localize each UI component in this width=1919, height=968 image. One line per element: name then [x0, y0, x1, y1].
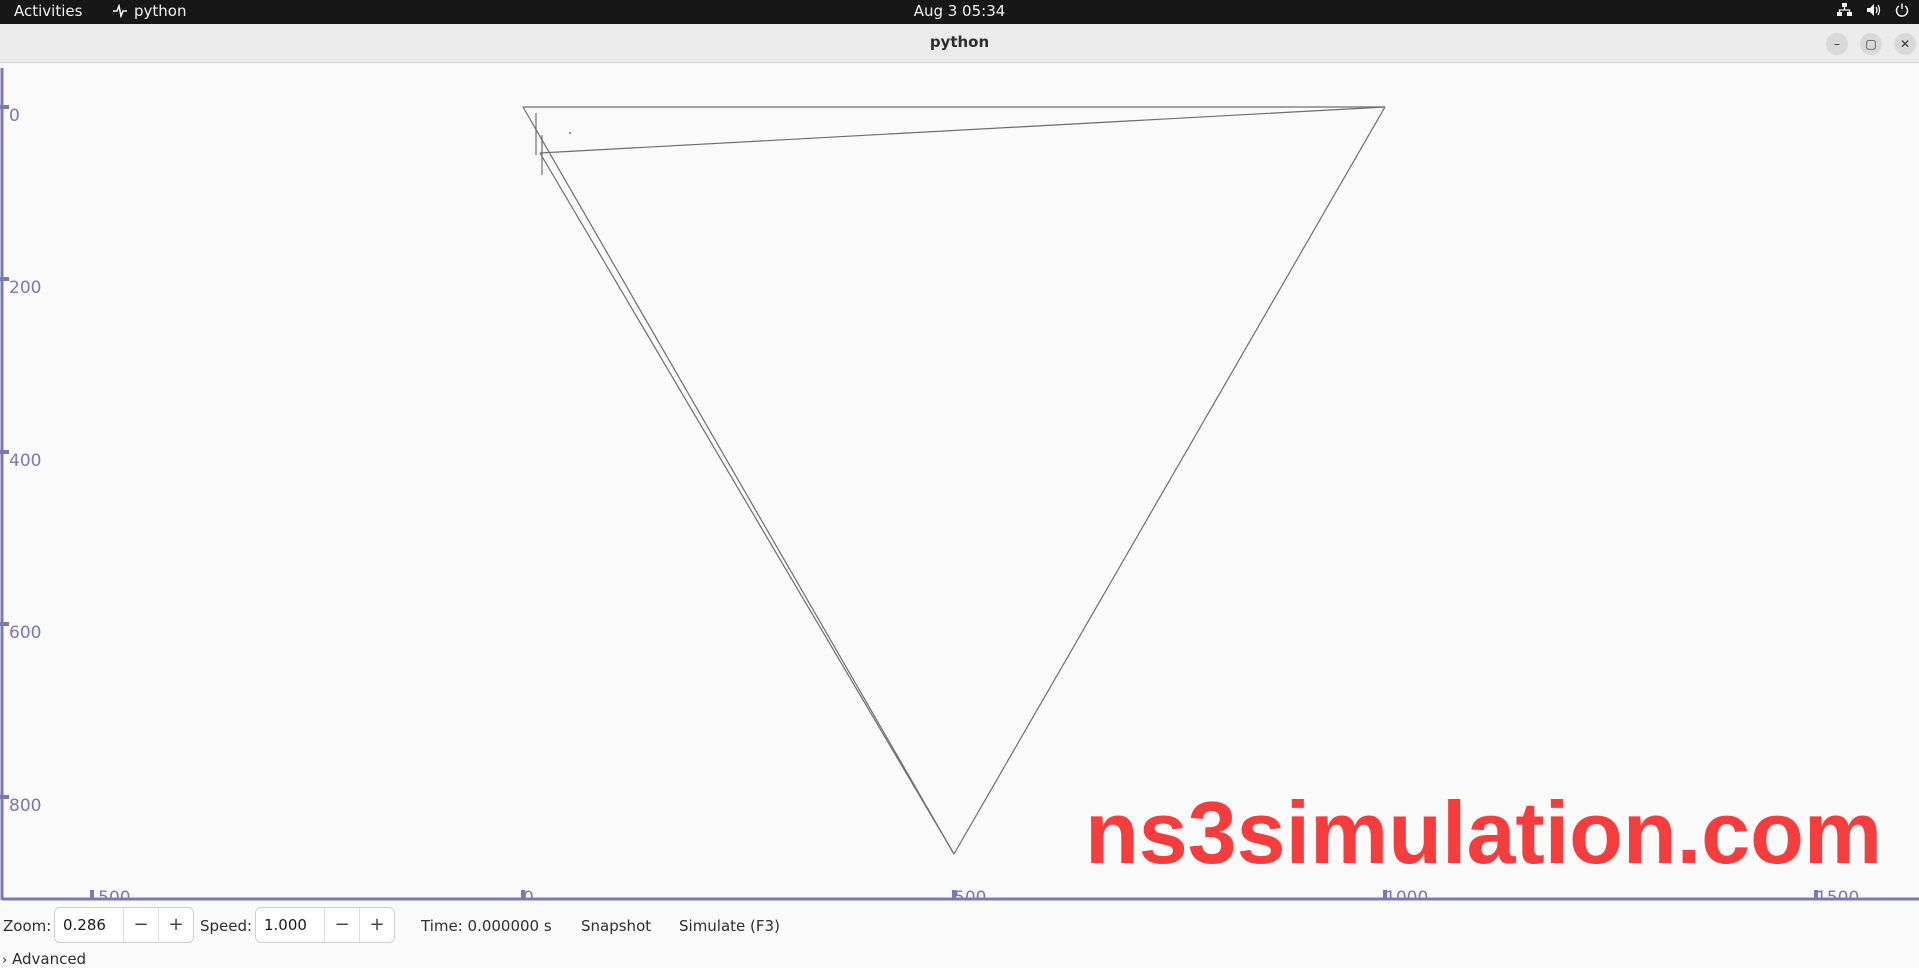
simulate-button[interactable]: Simulate (F3) [679, 917, 780, 935]
chevron-right-icon: › [2, 953, 8, 968]
y-label-600: 600 [9, 623, 42, 643]
zoom-label: Zoom: [3, 917, 52, 935]
system-top-bar: Activities python Aug 3 05:34 [0, 0, 1919, 24]
window-title-bar[interactable]: python – ▢ ✕ [0, 24, 1919, 63]
snapshot-button[interactable]: Snapshot [581, 917, 651, 935]
link-0-2 [522, 106, 955, 855]
zoom-spinbutton[interactable]: 0.286 − + [54, 907, 194, 943]
simulation-canvas[interactable]: 0 200 400 600 800 -500 0 500 1000 1500 [0, 63, 1919, 901]
speed-decrease-button[interactable]: − [324, 908, 359, 942]
y-label-0: 0 [9, 106, 20, 126]
network-wired-icon[interactable] [1837, 3, 1852, 17]
minimize-button[interactable]: – [1826, 33, 1848, 55]
watermark-text: ns3simulation.com [1085, 783, 1883, 882]
speed-label: Speed: [200, 917, 253, 935]
x-label-500: 500 [954, 888, 987, 898]
window-title: python [929, 33, 990, 51]
link-inner-1 [539, 106, 1386, 154]
control-toolbar: Zoom: 0.286 − + Speed: 1.000 − + Time: 0… [0, 902, 1919, 968]
speed-spinbutton[interactable]: 1.000 − + [255, 907, 395, 943]
volume-icon[interactable] [1866, 3, 1881, 17]
y-label-800: 800 [9, 796, 42, 816]
close-button[interactable]: ✕ [1894, 33, 1916, 55]
link-inner-2 [539, 152, 955, 855]
clock-container: Aug 3 05:34 [0, 2, 1919, 20]
x-label-0: 0 [523, 888, 534, 898]
x-axis-labels: -500 0 500 1000 1500 [0, 886, 1919, 898]
time-display: Time: 0.000000 s [421, 917, 552, 935]
power-icon[interactable] [1895, 3, 1909, 17]
x-label-1000: 1000 [1385, 888, 1429, 898]
maximize-button[interactable]: ▢ [1860, 33, 1882, 55]
link-1-2 [953, 106, 1386, 855]
zoom-decrease-button[interactable]: − [123, 908, 158, 942]
system-tray[interactable] [1837, 3, 1909, 17]
advanced-label: Advanced [11, 950, 87, 968]
x-label-1500: 1500 [1816, 888, 1860, 898]
speed-increase-button[interactable]: + [359, 908, 394, 942]
zoom-input[interactable]: 0.286 [55, 908, 123, 942]
topology-svg[interactable] [0, 63, 1919, 901]
zoom-increase-button[interactable]: + [158, 908, 193, 942]
y-label-200: 200 [9, 278, 42, 298]
clock[interactable]: Aug 3 05:34 [914, 2, 1006, 20]
advanced-expander[interactable]: › Advanced [2, 950, 86, 968]
x-label-neg500: -500 [92, 888, 131, 898]
y-label-400: 400 [9, 451, 42, 471]
node-marker [569, 132, 571, 134]
speed-input[interactable]: 1.000 [256, 908, 324, 942]
